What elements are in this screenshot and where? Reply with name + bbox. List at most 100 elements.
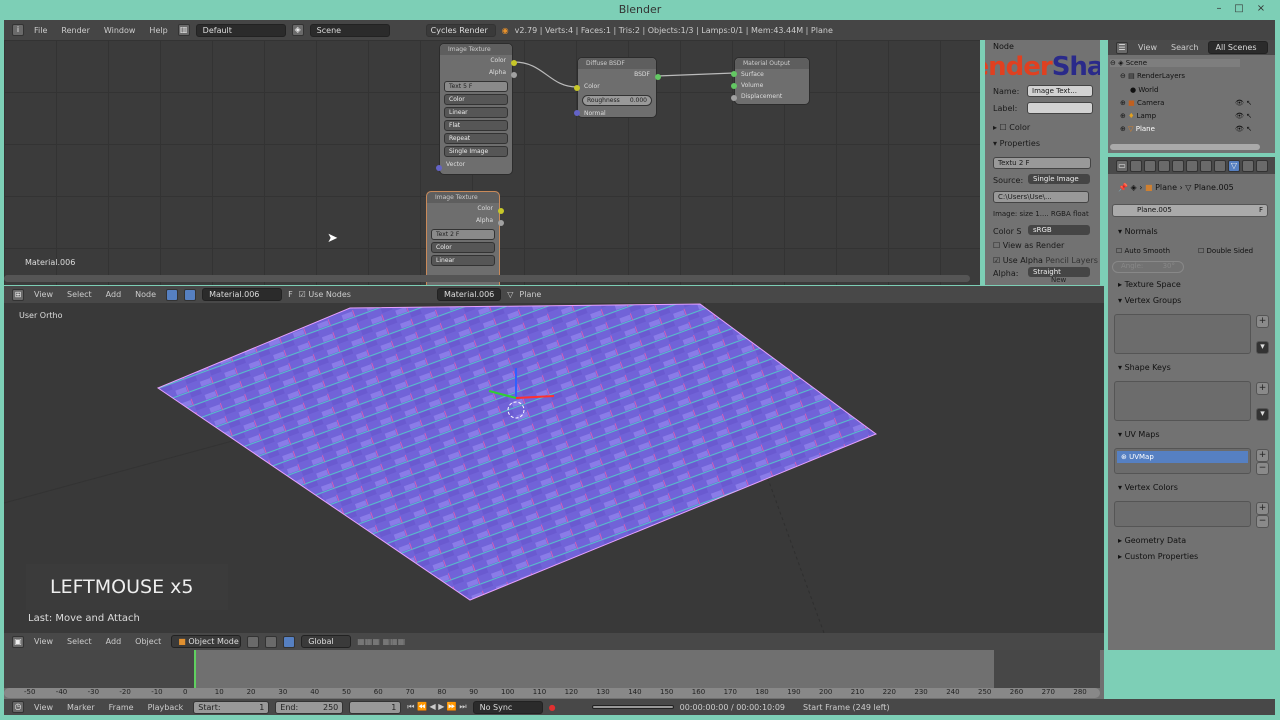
close-button[interactable]: × — [1254, 3, 1268, 15]
playback-controls[interactable]: ⏮ ⏪ ◀ ▶ ⏩ ⏭ — [407, 702, 466, 712]
outliner-menu-search[interactable]: Search — [1167, 43, 1202, 52]
remove-uv-map-button[interactable]: − — [1256, 462, 1269, 475]
timeline-menu-playback[interactable]: Playback — [144, 703, 188, 712]
view3d-menu-select[interactable]: Select — [63, 637, 96, 646]
shape-keys-panel[interactable]: ▾ Shape Keys — [1118, 363, 1171, 372]
interpolation-dropdown[interactable]: Linear — [444, 107, 508, 118]
menu-file[interactable]: File — [30, 26, 51, 35]
angle-slider[interactable]: Angle: 30° — [1112, 261, 1184, 273]
node-editor[interactable]: Image Texture Color Alpha Text 5 F Color… — [4, 40, 980, 285]
alpha-output-socket[interactable] — [498, 220, 504, 226]
keying-set-field[interactable] — [591, 705, 674, 709]
shape-keys-list[interactable] — [1114, 381, 1251, 421]
material-slot-select[interactable]: Material.006 — [436, 288, 502, 301]
image-texture-node-selected[interactable]: Image Texture Color Alpha Text 2 F Color… — [426, 191, 504, 285]
outliner-editor-icon[interactable]: ☰ — [1116, 41, 1128, 54]
node-menu-node[interactable]: Node — [131, 290, 160, 299]
info-editor-icon[interactable]: i — [12, 24, 24, 36]
colorspace-select[interactable]: sRGB — [1028, 225, 1090, 235]
fake-user-button[interactable]: F — [1259, 205, 1263, 216]
properties-editor-icon[interactable]: ▭ — [1116, 159, 1128, 172]
timeline-menu-frame[interactable]: Frame — [105, 703, 138, 712]
minimize-button[interactable]: – — [1212, 3, 1226, 15]
outliner-item-world[interactable]: ● World — [1130, 86, 1158, 94]
node-editor-type-icon[interactable]: ⊞ — [12, 288, 24, 301]
view3d-menu-object[interactable]: Object — [131, 637, 165, 646]
pivot-icon[interactable] — [265, 635, 278, 648]
scene-tab-icon[interactable] — [1158, 159, 1170, 172]
uv-maps-panel[interactable]: ▾ UV Maps — [1118, 430, 1159, 439]
fake-user-button[interactable]: F — [456, 231, 459, 238]
color-output-socket[interactable] — [498, 208, 504, 214]
uv-maps-list[interactable]: ⊛ UVMap — [1114, 448, 1251, 474]
outliner-item-scene[interactable]: ⊖ ◈ Scene — [1110, 59, 1240, 67]
shape-key-menu-button[interactable]: ▾ — [1256, 408, 1269, 421]
color-space-dropdown[interactable]: Color — [431, 242, 495, 253]
image-selector[interactable]: Text 2 F — [431, 229, 495, 240]
world-tab-icon[interactable] — [1172, 159, 1184, 172]
image-selector[interactable]: Text 5 F — [444, 81, 508, 92]
constraints-tab-icon[interactable] — [1200, 159, 1212, 172]
add-vertex-group-button[interactable]: + — [1256, 315, 1269, 328]
3d-view-type-icon[interactable]: ▣ — [12, 635, 24, 648]
custom-properties-panel[interactable]: ▸ Custom Properties — [1118, 552, 1198, 561]
orientation-select[interactable]: Global — [301, 635, 352, 648]
node-label-field[interactable] — [1027, 102, 1093, 114]
add-vertex-color-button[interactable]: + — [1256, 502, 1269, 515]
modifiers-tab-icon[interactable] — [1214, 159, 1226, 172]
shading-icon[interactable] — [247, 635, 260, 648]
mode-select[interactable]: ■ Object Mode — [171, 635, 242, 648]
screen-layout-field[interactable]: Default — [195, 23, 286, 37]
vertex-groups-list[interactable] — [1114, 314, 1251, 354]
node-menu-select[interactable]: Select — [63, 290, 96, 299]
manipulator-icon[interactable] — [283, 635, 296, 648]
render-engine-select[interactable]: Cycles Render — [425, 23, 496, 37]
new-button[interactable]: New — [1051, 276, 1066, 285]
outliner-item-camera[interactable]: ⊕ ■ Camera 👁 ↖ — [1120, 99, 1252, 107]
outliner-menu-view[interactable]: View — [1134, 43, 1161, 52]
geometry-data-panel[interactable]: ▸ Geometry Data — [1118, 536, 1186, 545]
end-frame-field[interactable]: End: 250 — [275, 700, 344, 714]
record-icon[interactable]: ● — [549, 703, 556, 712]
color-panel[interactable]: ▸ ☐ Color — [993, 123, 1030, 132]
mesh-datablock-field[interactable]: Plane.005 F — [1112, 204, 1268, 217]
view3d-menu-add[interactable]: Add — [102, 637, 126, 646]
material-field[interactable]: Material.006 — [202, 288, 283, 301]
roughness-slider[interactable]: Roughness 0.000 — [582, 95, 652, 106]
displacement-input-socket[interactable] — [731, 95, 737, 101]
add-shape-key-button[interactable]: + — [1256, 382, 1269, 395]
outliner-item-plane[interactable]: ⊕ ▽ Plane 👁 ↖ — [1120, 125, 1252, 133]
remove-vertex-color-button[interactable]: − — [1256, 515, 1269, 528]
data-tab-icon[interactable]: ▽ — [1228, 159, 1240, 172]
add-uv-map-button[interactable]: + — [1256, 449, 1269, 462]
outliner-item-lamp[interactable]: ⊕ ♦ Lamp 👁 ↖ — [1120, 112, 1252, 120]
fake-user-button[interactable]: F — [1026, 159, 1030, 167]
timeline-menu-marker[interactable]: Marker — [63, 703, 99, 712]
vertex-colors-list[interactable] — [1114, 501, 1251, 527]
source-dropdown[interactable]: Single Image — [444, 146, 508, 157]
render-tab-icon[interactable] — [1130, 159, 1142, 172]
timeline-menu-view[interactable]: View — [30, 703, 57, 712]
node-name-field[interactable]: Image Text... — [1027, 85, 1093, 97]
timeline[interactable]: -50 -40 -30 -20 -10 0 10 20 30 40 50 60 70 80 90 100 110… — [4, 650, 1104, 700]
normal-input-socket[interactable] — [574, 110, 580, 116]
texture-tab-icon[interactable] — [1256, 159, 1268, 172]
properties-panel[interactable]: ▾ Properties — [993, 139, 1040, 148]
extension-dropdown[interactable]: Repeat — [444, 133, 508, 144]
color-input-socket[interactable] — [574, 85, 580, 91]
outliner-scrollbar[interactable] — [1110, 144, 1260, 150]
current-frame-marker[interactable] — [194, 650, 196, 688]
node-menu-view[interactable]: View — [30, 290, 57, 299]
screen-layout-icon[interactable]: ▥ — [177, 24, 190, 36]
bsdf-output-socket[interactable] — [655, 74, 661, 80]
fake-user-button[interactable]: F — [469, 83, 472, 90]
uv-map-item[interactable]: ⊛ UVMap — [1117, 451, 1248, 463]
filepath-field[interactable]: C:\Users\Use\... — [993, 191, 1089, 203]
image-texture-node[interactable]: Image Texture Color Alpha Text 5 F Color… — [436, 43, 517, 175]
sync-select[interactable]: No Sync — [472, 700, 543, 714]
color-space-dropdown[interactable]: Color — [444, 94, 508, 105]
timeline-ruler[interactable]: -50 -40 -30 -20 -10 0 10 20 30 40 50 60 70 80 90 100 110… — [4, 688, 1100, 698]
object-shader-icon[interactable] — [184, 288, 197, 301]
projection-dropdown[interactable]: Flat — [444, 120, 508, 131]
view-as-render-checkbox[interactable]: ☐ View as Render — [993, 241, 1064, 250]
